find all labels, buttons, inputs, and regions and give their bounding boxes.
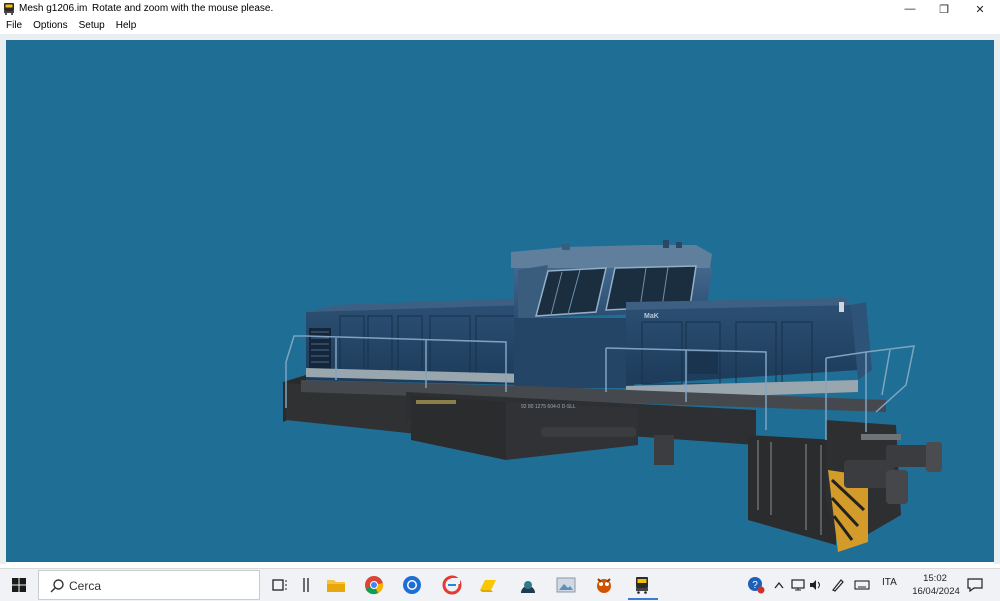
close-button[interactable]: ✕	[963, 0, 997, 18]
ccleaner-button[interactable]	[438, 572, 466, 598]
firefox-icon	[403, 576, 421, 594]
game-icon	[597, 578, 611, 593]
divider-icon	[303, 578, 309, 592]
network-icon	[521, 581, 535, 593]
locomotive-app-button[interactable]	[628, 572, 656, 598]
clock-time[interactable]: 15:02	[920, 573, 950, 584]
speaker-icon	[810, 580, 820, 590]
window-title: Mesh g1206.im	[19, 3, 88, 14]
search-placeholder: Cerca	[69, 579, 102, 593]
task-view-icon	[272, 579, 287, 591]
search-icon	[50, 579, 64, 593]
ccleaner-icon	[442, 575, 462, 595]
image-viewer-icon	[556, 577, 576, 593]
menu-file[interactable]: File	[0, 18, 27, 34]
chrome-icon	[365, 576, 384, 595]
menu-setup[interactable]: Setup	[73, 18, 110, 34]
viewport-frame-right	[994, 34, 1000, 564]
chevron-up-icon	[774, 581, 784, 589]
restore-button[interactable]: ❐	[927, 0, 961, 18]
close-icon: ✕	[975, 3, 985, 16]
file-explorer-icon	[327, 580, 345, 592]
minimize-button[interactable]: —	[893, 0, 927, 18]
clock-date[interactable]: 16/04/2024	[906, 586, 966, 597]
windows-icon	[12, 578, 26, 592]
help-tray-button[interactable]: ?	[744, 572, 768, 598]
restore-icon: ❐	[939, 3, 949, 16]
widgets-button[interactable]	[292, 572, 320, 598]
locomotive-model: MaK 92 80 1275 604-0 D-SLL	[283, 240, 942, 552]
firefox-button[interactable]	[398, 572, 426, 598]
task-view-button[interactable]	[266, 572, 294, 598]
minimize-icon: —	[904, 3, 916, 15]
keyboard-icon	[854, 580, 870, 590]
search-box[interactable]: Cerca	[38, 570, 260, 600]
3d-viewport[interactable]: MaK 92 80 1275 604-0 D-SLL	[6, 40, 994, 562]
network-status-icon	[791, 579, 805, 591]
image-viewer-button[interactable]	[552, 572, 580, 598]
notification-icon	[967, 578, 983, 592]
game-app-button[interactable]	[590, 572, 618, 598]
chrome-button[interactable]	[360, 572, 388, 598]
drive-icon	[480, 580, 496, 592]
locomotive-app-icon	[636, 577, 648, 594]
window-message: Rotate and zoom with the mouse please.	[92, 3, 274, 14]
title-bar: Mesh g1206.im Rotate and zoom with the m…	[0, 0, 1000, 18]
pen-button[interactable]	[828, 572, 848, 598]
side-number: 92 80 1275 604-0 D-SLL	[521, 404, 576, 410]
menu-help[interactable]: Help	[110, 18, 142, 34]
pen-icon	[832, 579, 844, 592]
drive-button[interactable]	[474, 572, 502, 598]
network-app-button[interactable]	[514, 572, 542, 598]
network-status-button[interactable]	[788, 572, 808, 598]
language-indicator[interactable]: ITA	[882, 577, 897, 588]
menu-options[interactable]: Options	[27, 18, 72, 34]
svg-text:?: ?	[752, 580, 758, 591]
help-icon: ?	[748, 577, 765, 594]
locomotive-app-icon	[4, 3, 14, 15]
menu-bar: File Options Setup Help	[0, 18, 1000, 34]
file-explorer-button[interactable]	[322, 572, 350, 598]
volume-button[interactable]	[806, 572, 826, 598]
start-button[interactable]	[0, 569, 38, 601]
touch-keyboard-button[interactable]	[850, 572, 874, 598]
brand-plate: MaK	[644, 313, 659, 320]
notifications-button[interactable]	[962, 572, 988, 598]
taskbar: Cerca ? ITA 15:02 16/04/2024	[0, 568, 1000, 601]
show-hidden-icons-button[interactable]	[770, 572, 788, 598]
